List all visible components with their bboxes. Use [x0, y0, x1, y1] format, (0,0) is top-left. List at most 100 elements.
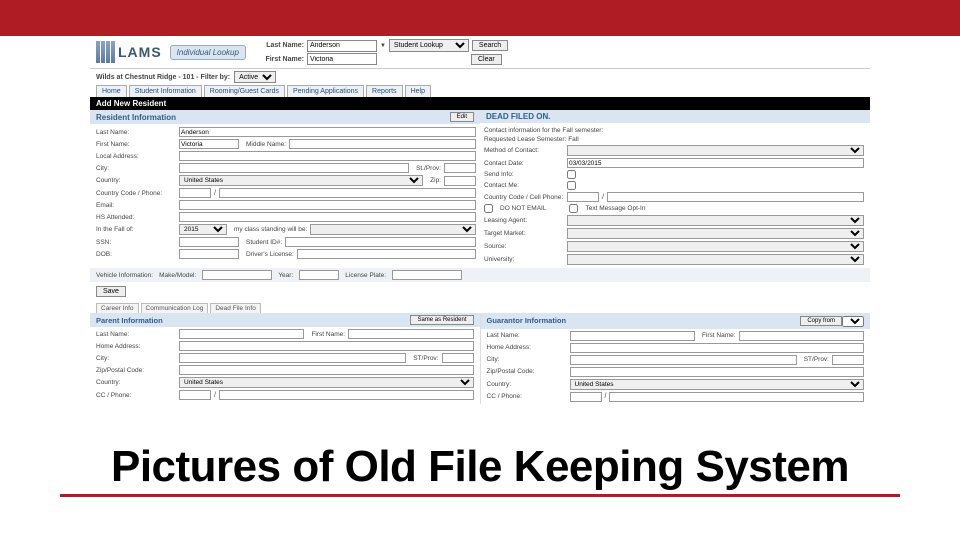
copy-from-button[interactable]: Copy from: [800, 316, 842, 326]
hs-input[interactable]: [179, 212, 476, 222]
studentid-input[interactable]: [285, 237, 476, 247]
same-as-resident-button[interactable]: Same as Resident: [410, 315, 473, 325]
city-input[interactable]: [179, 163, 409, 173]
p-cc-input[interactable]: [179, 390, 211, 400]
p-addr-input[interactable]: [179, 341, 474, 351]
email-input[interactable]: [179, 200, 476, 210]
no-email-checkbox[interactable]: [484, 204, 493, 213]
g-zip-input[interactable]: [570, 367, 865, 377]
main-tabs: Home Student Information Rooming/Guest C…: [90, 85, 870, 97]
g-phone-input[interactable]: [609, 392, 864, 402]
contact-info-text: Contact information for the Fall semeste…: [484, 127, 603, 134]
g-firstname-input[interactable]: [739, 331, 864, 341]
text-optin-checkbox[interactable]: [569, 204, 578, 213]
p-phone-input[interactable]: [219, 390, 474, 400]
make-input[interactable]: [202, 270, 272, 280]
text-optin-label: Text Message Opt-In: [585, 205, 645, 212]
g-stprov-label: ST/Prov:: [804, 356, 829, 363]
save-button[interactable]: Save: [96, 286, 126, 297]
g-addr-input[interactable]: [570, 343, 865, 353]
fall-year-select[interactable]: 2015: [179, 224, 227, 235]
p-lastname-label: Last Name:: [96, 331, 176, 338]
plate-label: License Plate:: [345, 272, 386, 279]
last-name-input[interactable]: [307, 40, 377, 52]
method-select[interactable]: [567, 145, 864, 156]
tab-reports[interactable]: Reports: [366, 85, 403, 97]
subtab-deadfile[interactable]: Dead File Info: [210, 303, 260, 313]
leasing-agent-select[interactable]: [567, 215, 864, 226]
copy-from-select[interactable]: [842, 316, 864, 327]
p-firstname-input[interactable]: [348, 329, 473, 339]
year-label: Year:: [278, 272, 293, 279]
cc-phone-label: Country Code / Phone:: [96, 190, 176, 197]
year-input[interactable]: [299, 270, 339, 280]
g-stprov-input[interactable]: [832, 355, 864, 365]
tab-student-info[interactable]: Student Information: [129, 85, 202, 97]
g-city-label: City:: [487, 356, 567, 363]
first-name-input[interactable]: [307, 53, 377, 65]
contact-me-checkbox[interactable]: [567, 181, 576, 190]
cell-input[interactable]: [607, 192, 864, 202]
dl-input[interactable]: [297, 249, 476, 259]
search-button[interactable]: Search: [472, 40, 508, 51]
source-select[interactable]: [567, 241, 864, 252]
p-country-select[interactable]: United States: [179, 377, 474, 388]
target-market-select[interactable]: [567, 228, 864, 239]
country-label: Country:: [96, 177, 176, 184]
g-lastname-input[interactable]: [570, 331, 695, 341]
tab-help[interactable]: Help: [405, 85, 431, 97]
guarantor-header: Guarantor Information Copy from: [481, 313, 871, 329]
sub-tabs: Career Info Communication Log Dead File …: [90, 301, 870, 313]
no-email-label: DO NOT EMAIL: [500, 205, 546, 212]
subtab-career[interactable]: Career Info: [96, 303, 139, 313]
cc-cell-input[interactable]: [567, 192, 599, 202]
subtab-commlog[interactable]: Communication Log: [141, 303, 209, 313]
tab-rooming[interactable]: Rooming/Guest Cards: [204, 85, 285, 97]
app-header: LAMS Individual Lookup Last Name: ▼ Stud…: [90, 36, 870, 69]
p-zip-input[interactable]: [179, 365, 474, 375]
university-label: University:: [484, 256, 564, 263]
res-lastname-input[interactable]: [179, 127, 476, 137]
contact-date-input[interactable]: [567, 158, 864, 168]
clear-button[interactable]: Clear: [471, 54, 502, 65]
send-info-checkbox[interactable]: [567, 170, 576, 179]
dob-input[interactable]: [179, 249, 239, 259]
p-lastname-input[interactable]: [179, 329, 304, 339]
req-lease-text: Requested Lease Semester: Fall: [484, 136, 579, 143]
country-select[interactable]: United States: [179, 175, 423, 186]
tab-home[interactable]: Home: [96, 85, 127, 97]
p-stprov-input[interactable]: [442, 353, 474, 363]
dead-filed-text: DEAD FILED ON.: [486, 112, 550, 121]
university-select[interactable]: [567, 254, 864, 265]
cc-input[interactable]: [179, 188, 211, 198]
logo: LAMS: [96, 41, 162, 63]
status-text: Wilds at Chestnut Ridge - 101 - Filter b…: [96, 74, 230, 81]
edit-button[interactable]: Edit: [450, 112, 474, 122]
lookup-mode-select[interactable]: Student Lookup: [389, 39, 469, 52]
slide-caption: Pictures of Old File Keeping System: [0, 442, 960, 492]
caption-underline: [60, 494, 900, 497]
res-firstname-input[interactable]: [179, 139, 239, 149]
middle-input[interactable]: [289, 139, 476, 149]
first-name-label: First Name:: [254, 56, 304, 63]
phone-input[interactable]: [219, 188, 476, 198]
tab-pending[interactable]: Pending Applications: [287, 85, 364, 97]
vehicle-info-label: Vehicle Information:: [96, 272, 153, 279]
stprov-input[interactable]: [444, 163, 476, 173]
standing-select[interactable]: [310, 224, 476, 235]
g-city-input[interactable]: [570, 355, 797, 365]
ssn-input[interactable]: [179, 237, 239, 247]
g-cc-input[interactable]: [570, 392, 602, 402]
p-city-label: City:: [96, 355, 176, 362]
p-city-input[interactable]: [179, 353, 406, 363]
resident-header: Resident Information Edit: [90, 110, 480, 124]
guarantor-header-text: Guarantor Information: [487, 316, 567, 325]
zip-input[interactable]: [444, 176, 476, 186]
filter-select[interactable]: Active: [234, 71, 276, 83]
contact-me-label: Contact Me:: [484, 182, 564, 189]
dropdown-icon[interactable]: ▼: [380, 43, 386, 49]
g-country-select[interactable]: United States: [570, 379, 865, 390]
local-addr-input[interactable]: [179, 151, 476, 161]
res-firstname-label: First Name:: [96, 141, 176, 148]
plate-input[interactable]: [392, 270, 462, 280]
